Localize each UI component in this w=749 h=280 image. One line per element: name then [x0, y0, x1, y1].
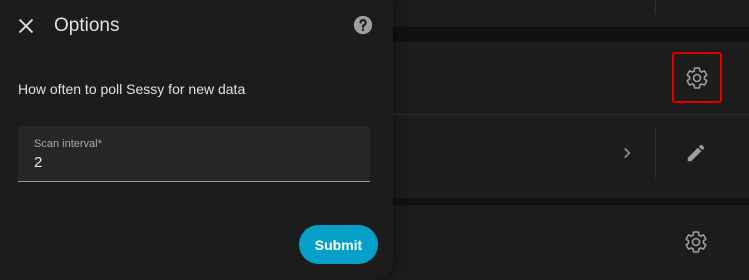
gear-icon: [684, 230, 708, 254]
scan-interval-field[interactable]: Scan interval*: [18, 126, 370, 182]
vertical-divider: [655, 0, 656, 14]
close-icon: [16, 16, 36, 36]
dialog-description: How often to poll Sessy for new data: [18, 81, 246, 97]
options-gear-button[interactable]: [672, 52, 722, 103]
rename-button[interactable]: [682, 139, 710, 167]
close-button[interactable]: [12, 12, 40, 40]
dialog-title: Options: [54, 15, 120, 36]
scan-interval-label: Scan interval*: [34, 138, 102, 150]
submit-button[interactable]: Submit: [299, 225, 378, 264]
gear-icon: [685, 66, 709, 90]
chevron-right-icon: [616, 142, 638, 164]
help-button[interactable]: [350, 12, 376, 38]
help-icon: [352, 14, 374, 36]
pencil-icon: [685, 142, 707, 164]
scan-interval-input[interactable]: [34, 152, 354, 172]
options-dialog: Options How often to poll Sessy for new …: [0, 0, 393, 280]
vertical-divider: [655, 128, 656, 178]
open-entry-button[interactable]: [614, 140, 640, 166]
options-gear-button-secondary[interactable]: [682, 228, 710, 256]
